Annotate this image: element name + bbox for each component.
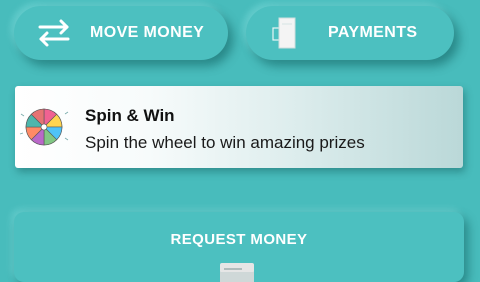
spin-win-title: Spin & Win (85, 106, 175, 125)
move-money-button[interactable]: MOVE MONEY (14, 6, 228, 60)
spin-win-banner[interactable]: Spin & Win Spin the wheel to win amazing… (15, 86, 463, 168)
move-money-label: MOVE MONEY (90, 24, 205, 41)
prize-wheel-icon (19, 108, 69, 146)
wallet-icon (220, 263, 254, 282)
request-money-label: REQUEST MONEY (170, 231, 308, 248)
spin-win-subtitle: Spin the wheel to win amazing prizes (85, 133, 365, 152)
payments-button[interactable]: PAYMENTS (246, 6, 454, 60)
transfer-arrows-icon (30, 15, 78, 51)
receipt-icon (260, 15, 308, 51)
payments-label: PAYMENTS (328, 24, 418, 41)
request-money-button[interactable]: REQUEST MONEY (14, 212, 464, 282)
